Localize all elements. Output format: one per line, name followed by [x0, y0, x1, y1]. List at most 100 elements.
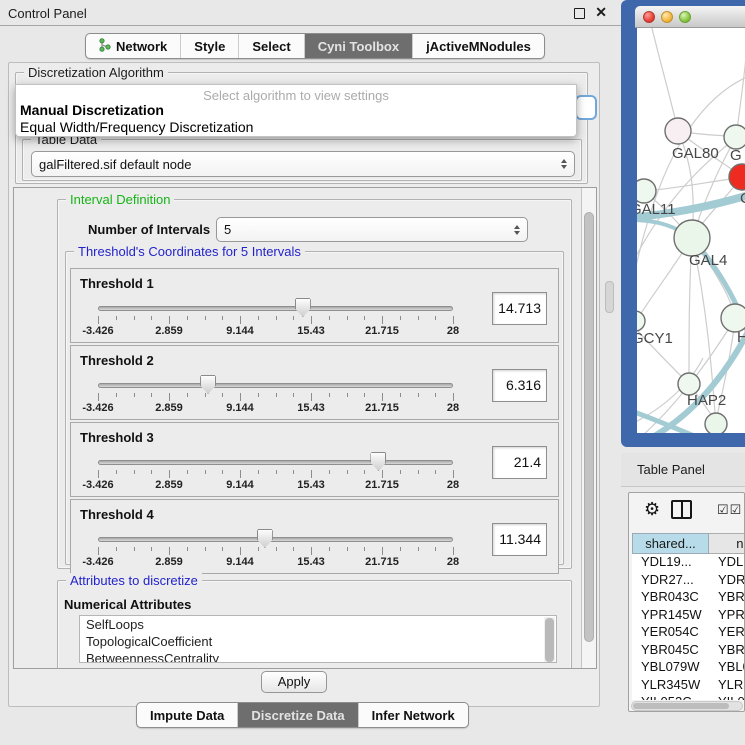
- table-cell[interactable]: YDR27...: [632, 572, 709, 590]
- threshold-slider-thumb[interactable]: [257, 529, 273, 548]
- bottom-tab-bar: Impute Data Discretize Data Infer Network: [136, 702, 469, 728]
- threshold-label: Threshold 3: [80, 430, 154, 445]
- columns-icon[interactable]: [671, 500, 692, 519]
- table-cell[interactable]: YBR0: [709, 589, 745, 607]
- table-cell[interactable]: YPR1: [709, 607, 745, 625]
- threshold-slider-thumb[interactable]: [295, 298, 311, 317]
- close-icon[interactable]: ✕: [595, 4, 607, 21]
- attribute-list-item[interactable]: BetweennessCentrality: [80, 650, 556, 663]
- threshold-slider-thumb[interactable]: [370, 452, 386, 471]
- stepper-icon: [561, 159, 567, 169]
- tab-jactivemnodules[interactable]: jActiveMNodules: [412, 34, 544, 58]
- threshold-value-field[interactable]: 21.4: [492, 446, 547, 479]
- tab-label: Impute Data: [150, 708, 224, 723]
- threshold-slider-track[interactable]: [98, 306, 453, 311]
- zoom-traffic-light-icon[interactable]: [679, 11, 691, 23]
- numerical-attributes-list[interactable]: SelfLoopsTopologicalCoefficientBetweenne…: [79, 615, 557, 663]
- table-cell[interactable]: YDL1: [709, 554, 745, 572]
- table-cell[interactable]: YBR0: [709, 642, 745, 660]
- table-cell[interactable]: YER0: [709, 624, 745, 642]
- threshold-value-field[interactable]: 14.713: [492, 292, 547, 325]
- table-cell[interactable]: YBR043C: [632, 589, 709, 607]
- tab-network[interactable]: Network: [86, 34, 180, 58]
- network-node-gal11[interactable]: [637, 179, 656, 203]
- table-row[interactable]: YER054CYER0: [632, 624, 745, 642]
- threshold-value-field[interactable]: 11.344: [492, 523, 547, 556]
- list-scrollbar-thumb[interactable]: [545, 618, 554, 662]
- network-node[interactable]: [705, 413, 727, 433]
- top-tab-bar: NetworkStyle Select Cyni ToolboxjActiveMNo…: [85, 33, 545, 59]
- horizontal-scrollbar[interactable]: [631, 701, 743, 711]
- table-row[interactable]: YLR345WYLR3: [632, 677, 745, 695]
- table-cell[interactable]: YLR345W: [632, 677, 709, 695]
- table-cell[interactable]: YBR045C: [632, 642, 709, 660]
- table-row[interactable]: YDR27...YDR2: [632, 572, 745, 590]
- table-cell[interactable]: YPR145W: [632, 607, 709, 625]
- tab-infer-network[interactable]: Infer Network: [358, 703, 468, 727]
- tab-label: Select: [252, 39, 290, 54]
- apply-button[interactable]: Apply: [261, 671, 327, 693]
- table-cell[interactable]: YBL0: [709, 659, 745, 677]
- vertical-scrollbar-thumb[interactable]: [584, 212, 594, 642]
- attribute-list-item[interactable]: SelfLoops: [80, 616, 556, 633]
- tab-style[interactable]: Style: [180, 34, 238, 58]
- minimize-traffic-light-icon[interactable]: [661, 11, 673, 23]
- attributes-group: Attributes to discretize Numerical Attri…: [57, 580, 572, 669]
- threshold-slider-track[interactable]: [98, 537, 453, 542]
- algorithm-select-focused-fragment[interactable]: [575, 95, 597, 120]
- tab-cyni-toolbox[interactable]: Cyni Toolbox: [304, 34, 412, 58]
- checkbox-checked-icons[interactable]: ☑☑: [717, 502, 742, 518]
- algorithm-option[interactable]: Manual Discretization: [20, 102, 164, 118]
- threshold-slider-thumb[interactable]: [200, 375, 216, 394]
- network-node-gal80[interactable]: [665, 118, 691, 144]
- table-cell[interactable]: YIL052C: [632, 694, 709, 700]
- column-header-shared[interactable]: shared...: [632, 533, 709, 554]
- table-cell[interactable]: YBL079W: [632, 659, 709, 677]
- network-edge[interactable]: [651, 28, 678, 131]
- table-cell[interactable]: YLR3: [709, 677, 745, 695]
- table-data-select[interactable]: galFiltered.sif default node: [31, 151, 575, 177]
- table-cell[interactable]: YDL19...: [632, 554, 709, 572]
- float-window-icon[interactable]: [574, 8, 585, 19]
- tab-label: Infer Network: [372, 708, 455, 723]
- network-edge[interactable]: [736, 46, 745, 137]
- network-window-titlebar[interactable]: [635, 6, 745, 28]
- network-node-g[interactable]: [724, 125, 745, 149]
- close-traffic-light-icon[interactable]: [643, 11, 655, 23]
- table-cell[interactable]: YIL0: [709, 694, 745, 700]
- threshold-slider-track[interactable]: [98, 383, 453, 388]
- table-row[interactable]: YBL079WYBL0: [632, 659, 745, 677]
- column-header-name[interactable]: na: [709, 533, 745, 554]
- tab-select[interactable]: Select: [238, 34, 303, 58]
- tab-discretize-data[interactable]: Discretize Data: [237, 703, 357, 727]
- gear-icon[interactable]: ⚙: [644, 499, 660, 520]
- interval-definition-label: Interval Definition: [66, 192, 174, 207]
- vertical-scrollbar[interactable]: [581, 188, 596, 668]
- network-node-label: C: [740, 190, 745, 207]
- network-canvas[interactable]: GAL80GCGAL11GAL4GCY1HHAP2: [637, 28, 745, 433]
- table-row[interactable]: YPR145WYPR1: [632, 607, 745, 625]
- network-edge-thick[interactable]: [637, 410, 745, 433]
- number-of-intervals-select[interactable]: 5: [216, 217, 528, 242]
- table-row[interactable]: YBR043CYBR0: [632, 589, 745, 607]
- list-scrollbar[interactable]: [544, 617, 555, 663]
- threshold-value-field[interactable]: 6.316: [492, 369, 547, 402]
- tab-impute-data[interactable]: Impute Data: [137, 703, 237, 727]
- network-node-h[interactable]: [721, 304, 745, 332]
- horizontal-scrollbar-thumb[interactable]: [633, 703, 729, 709]
- network-node-c[interactable]: [729, 164, 745, 190]
- table-row[interactable]: YIL052CYIL0: [632, 694, 745, 700]
- network-node-gcy1[interactable]: [637, 311, 645, 331]
- algorithm-option[interactable]: Equal Width/Frequency Discretization: [20, 119, 253, 135]
- threshold-label: Threshold 4: [80, 507, 154, 522]
- table-row[interactable]: YDL19...YDL1: [632, 554, 745, 572]
- table-cell[interactable]: YER054C: [632, 624, 709, 642]
- threshold-slider-track[interactable]: [98, 460, 453, 465]
- screen: Control Panel ✕ NetworkStyleSelectCyni T…: [0, 0, 745, 745]
- thresholds-group-label: Threshold's Coordinates for 5 Intervals: [74, 244, 305, 259]
- table-row[interactable]: YBR045CYBR0: [632, 642, 745, 660]
- panel-splitter-handle[interactable]: [605, 281, 614, 313]
- attribute-list-item[interactable]: TopologicalCoefficient: [80, 633, 556, 650]
- table-cell[interactable]: YDR2: [709, 572, 745, 590]
- network-node-gal4[interactable]: [674, 220, 710, 256]
